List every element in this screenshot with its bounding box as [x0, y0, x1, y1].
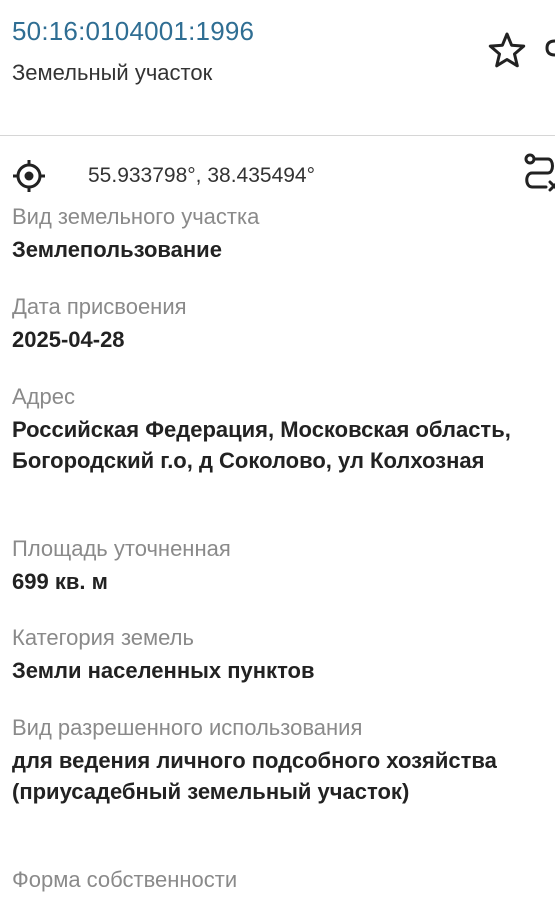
cadastral-number[interactable]: 50:16:0104001:1996 — [12, 16, 254, 47]
field-address: Адрес Российская Федерация, Московская о… — [12, 383, 542, 476]
field-label: Адрес — [12, 384, 75, 409]
field-assignment-date: Дата присвоения 2025-04-28 — [12, 293, 542, 355]
object-type: Земельный участок — [12, 60, 213, 85]
field-value: для ведения личного подсобного хозяйства… — [12, 748, 497, 804]
object-header: 50:16:0104001:1996 Земельный участок — [0, 0, 555, 136]
field-value: Землепользование — [12, 237, 222, 262]
field-value: Российская Федерация, Московская область… — [12, 417, 511, 473]
field-label: Площадь уточненная — [12, 536, 231, 561]
route-icon[interactable] — [520, 152, 555, 196]
field-value: 2025-04-28 — [12, 327, 125, 352]
partial-icon[interactable] — [543, 38, 555, 58]
field-label: Дата присвоения — [12, 294, 187, 319]
object-details: Вид земельного участка Землепользование … — [0, 205, 555, 900]
star-outline-icon[interactable] — [486, 30, 528, 72]
field-label: Вид земельного участка — [12, 205, 260, 229]
coordinates-text[interactable]: 55.933798°, 38.435494° — [88, 164, 315, 188]
field-area: Площадь уточненная 699 кв. м — [12, 535, 542, 597]
field-value: Земли населенных пунктов — [12, 658, 315, 683]
coordinates-bar: 55.933798°, 38.435494° — [0, 136, 555, 212]
field-ownership-form: Форма собственности — [12, 866, 542, 897]
field-land-plot-type: Вид земельного участка Землепользование — [12, 205, 542, 265]
target-icon[interactable] — [12, 159, 46, 193]
field-label: Форма собственности — [12, 867, 238, 892]
field-label: Категория земель — [12, 625, 194, 650]
field-permitted-use: Вид разрешенного использования для веден… — [12, 714, 542, 807]
field-value: 699 кв. м — [12, 569, 108, 594]
field-land-category: Категория земель Земли населенных пункто… — [12, 624, 542, 686]
field-label: Вид разрешенного использования — [12, 715, 363, 740]
